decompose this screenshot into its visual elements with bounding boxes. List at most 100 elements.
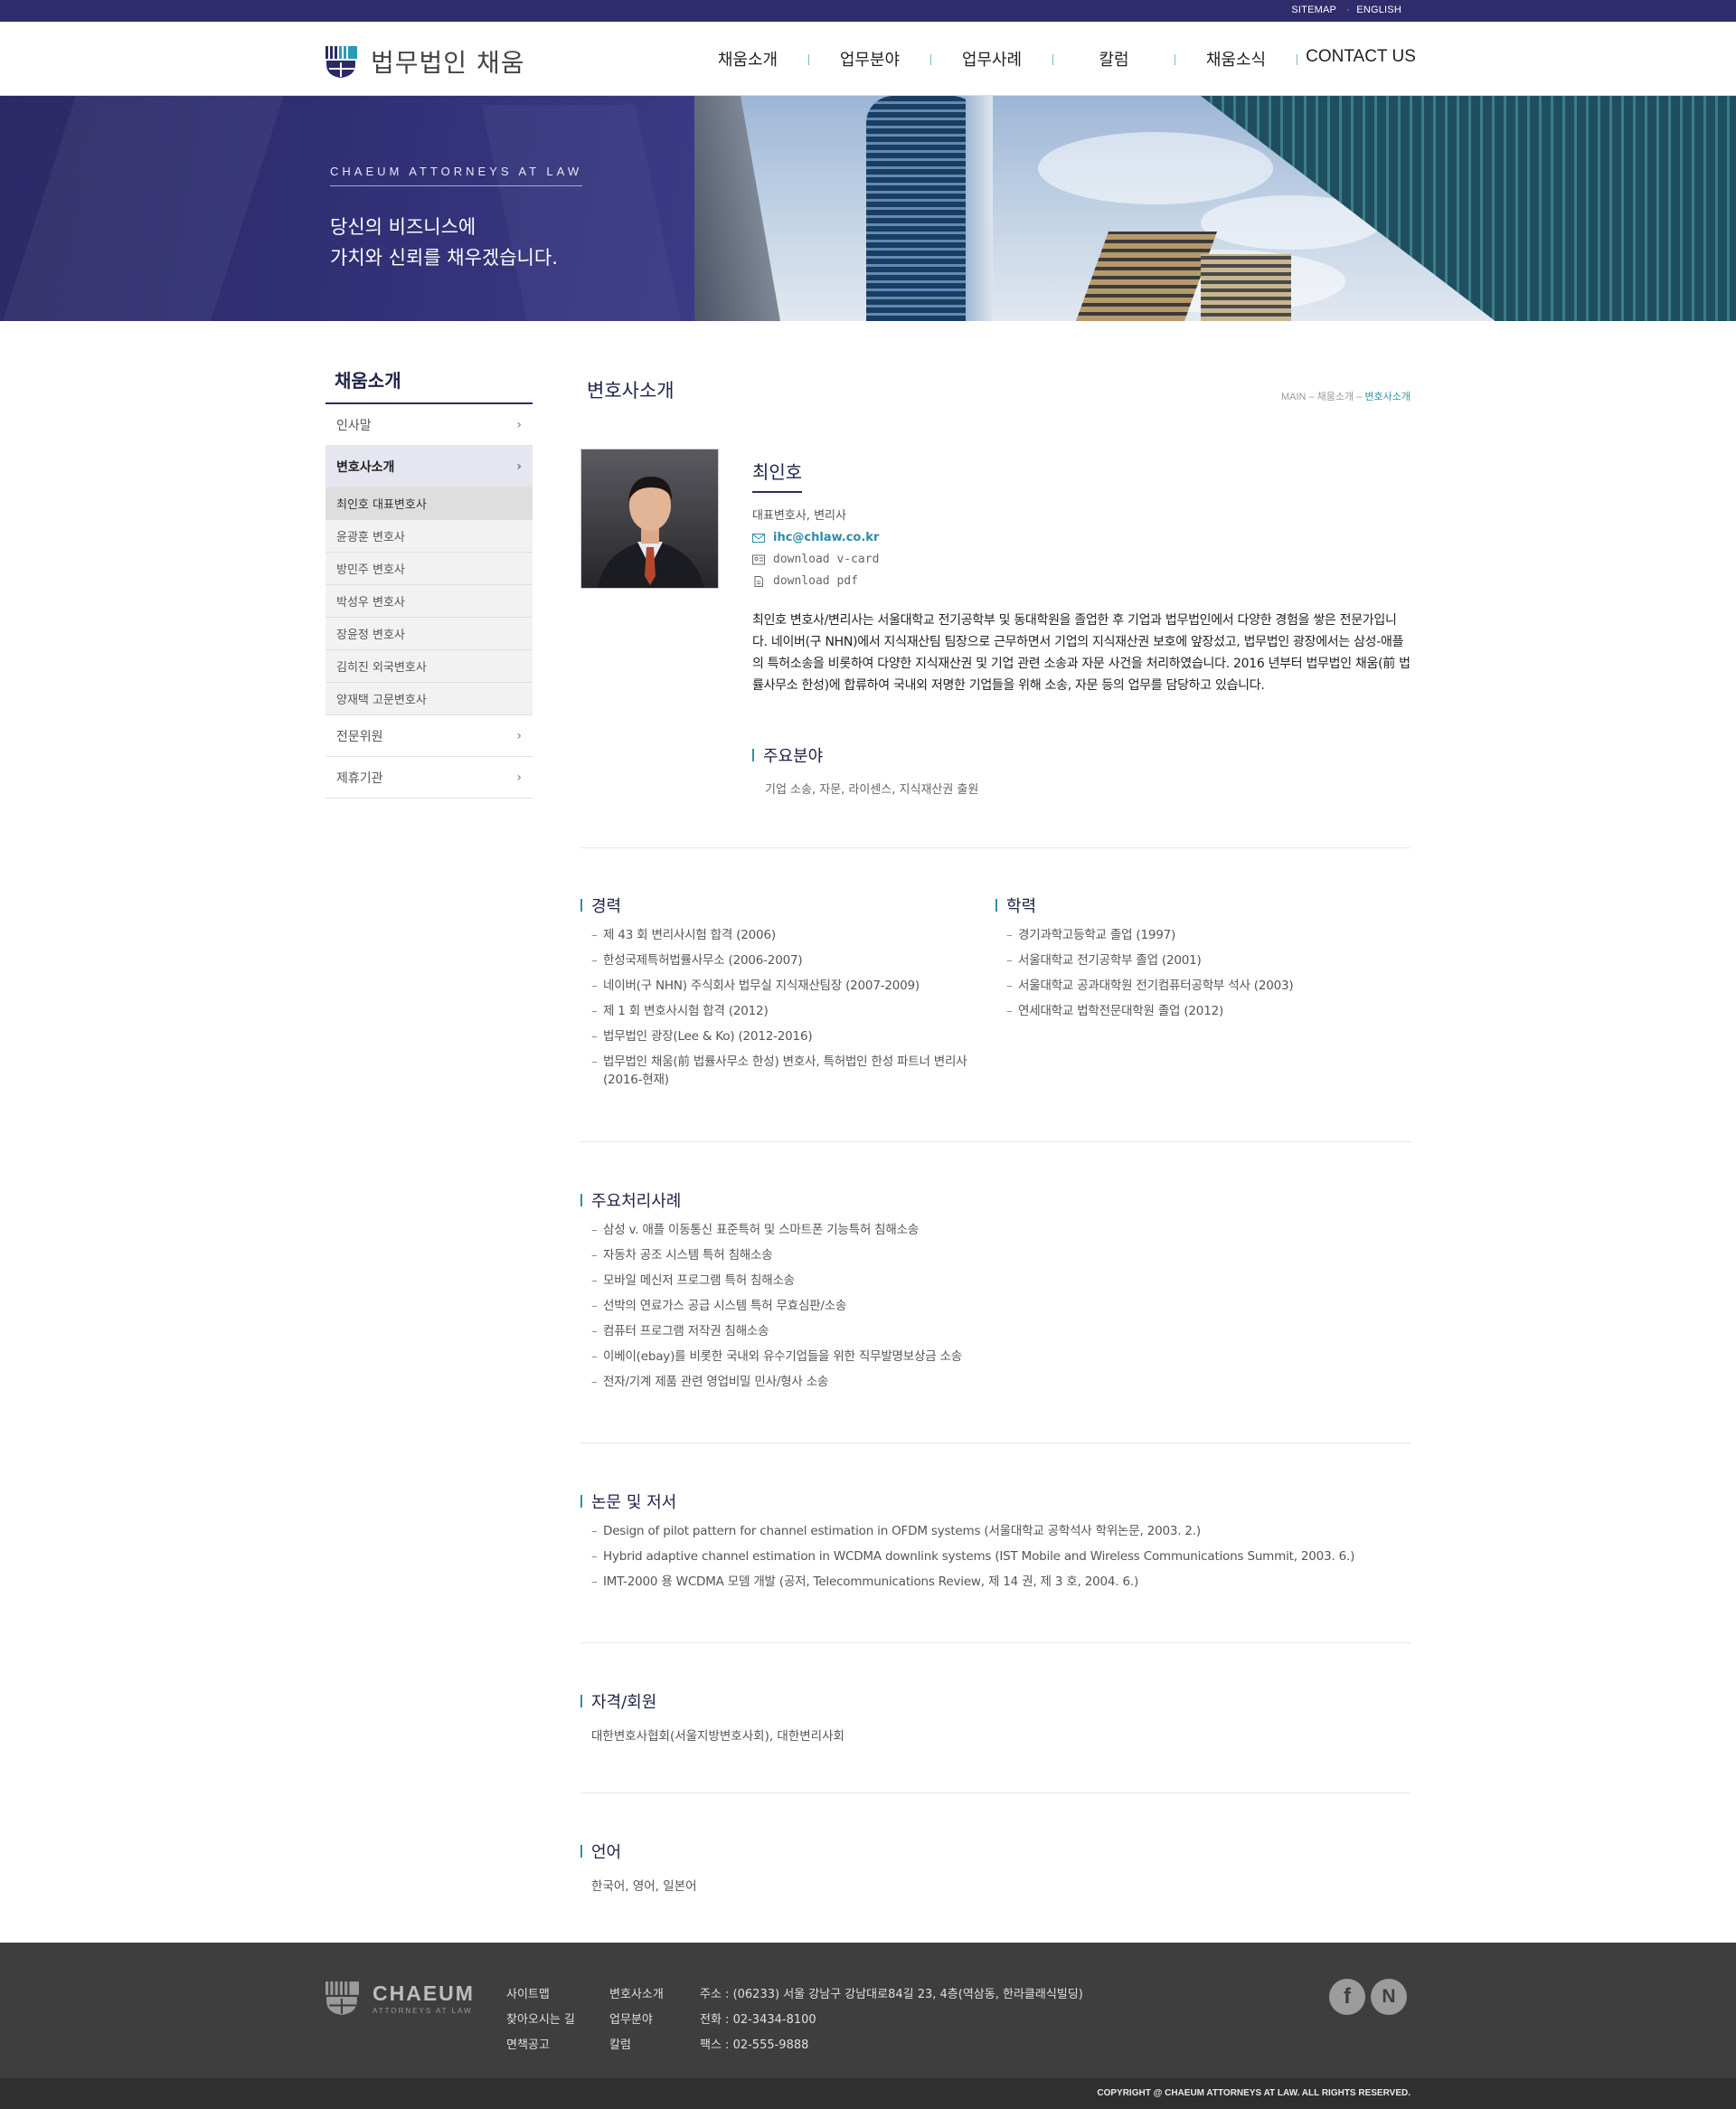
naver-icon[interactable]: N	[1371, 1979, 1407, 2015]
side-nav-item-advisors[interactable]: 전문위원 ›	[326, 715, 533, 757]
section-heading: 언어	[580, 1839, 1410, 1863]
list-item: 연세대학교 법학전문대학원 졸업 (2012)	[1006, 1002, 1410, 1020]
list-item: 컴퓨터 프로그램 저작권 침해소송	[591, 1322, 1410, 1340]
lawyer-role: 대표변호사, 변리사	[752, 509, 846, 523]
chevron-right-icon: ›	[516, 728, 522, 743]
side-nav-label: 인사말	[336, 418, 372, 433]
section-heading: 학력	[995, 894, 1410, 917]
email-link[interactable]: ihc@chlaw.co.kr	[752, 531, 1410, 544]
nav-item-news[interactable]: 채움소식	[1175, 47, 1297, 71]
footer-link[interactable]: 칼럼	[609, 2033, 664, 2058]
section-heading: 주요분야	[752, 743, 978, 767]
vcard-download-link[interactable]: download v-card	[752, 553, 1410, 566]
side-subnav: 최인호 대표변호사 윤광훈 변호사 방민주 변호사 박성우 변호사 장윤정 변호…	[326, 487, 533, 715]
side-subnav-item[interactable]: 김히진 외국변호사	[326, 650, 533, 683]
breadcrumb-section[interactable]: 채움소개	[1317, 392, 1354, 402]
list-item: 모바일 메신저 프로그램 특허 침해소송	[591, 1272, 1410, 1290]
list-item: 한성국제특허법률사무소 (2006-2007)	[591, 951, 995, 969]
list-item: 서울대학교 전기공학부 졸업 (2001)	[1006, 951, 1410, 969]
side-subnav-item[interactable]: 방민주 변호사	[326, 553, 533, 585]
list-item: IMT-2000 용 WCDMA 모뎀 개발 (공저, Telecommunic…	[591, 1573, 1410, 1591]
list-item: 이베이(ebay)를 비롯한 국내외 유수기업들을 위한 직무발명보상금 소송	[591, 1348, 1410, 1366]
side-nav-item-lawyers[interactable]: 변호사소개 ›	[326, 446, 533, 487]
chevron-right-icon: ›	[516, 770, 522, 785]
side-nav-label: 변호사소개	[336, 459, 395, 475]
nav-item-column[interactable]: 칼럼	[1053, 47, 1175, 71]
copyright-bar: COPYRIGHT @ CHAEUM ATTORNEYS AT LAW. ALL…	[0, 2078, 1736, 2109]
section-heading: 논문 및 저서	[580, 1490, 1410, 1513]
practice-areas-text: 기업 소송, 자문, 라이센스, 지식재산권 출원	[765, 783, 979, 797]
page-title-text: 변호사소개	[587, 380, 675, 402]
career-education-section: 경력 제 43 회 변리사시험 합격 (2006) 한성국제특허법률사무소 (2…	[580, 894, 1410, 1096]
membership-text: 대한변호사협회(서울지방변호사회), 대한변리사회	[591, 1729, 844, 1744]
footer-link[interactable]: 변호사소개	[609, 1982, 664, 2008]
footer-brand-mark-icon	[326, 1981, 359, 2015]
footer-fax: 팩스 : 02-555-9888	[700, 2038, 809, 2052]
list-item: 법무법인 광장(Lee & Ko) (2012-2016)	[591, 1027, 995, 1045]
hero-slogan-line2: 가치와 신뢰를 채우겠습니다.	[330, 247, 558, 269]
list-item: 서울대학교 공과대학원 전기컴퓨터공학부 석사 (2003)	[1006, 977, 1410, 995]
breadcrumb-main[interactable]: MAIN	[1281, 392, 1307, 402]
cases-list: 삼성 v. 애플 이동통신 표준특허 및 스마트폰 기능특허 침해소송 자동차 …	[591, 1221, 1410, 1391]
list-item: 제 43 회 변리사시험 합격 (2006)	[591, 926, 995, 944]
side-nav-label: 전문위원	[336, 729, 383, 744]
pdf-download-link[interactable]: download pdf	[752, 574, 1410, 588]
list-item: 선박의 연료가스 공급 시스템 특허 무효심판/소송	[591, 1297, 1410, 1315]
section-heading: 경력	[580, 894, 995, 917]
side-nav-item-partners[interactable]: 제휴기관 ›	[326, 757, 533, 799]
list-item: Design of pilot pattern for channel esti…	[591, 1522, 1410, 1540]
english-link[interactable]: ENGLISH	[1356, 5, 1401, 15]
hero-slogan: 당신의 비즈니스에 가치와 신뢰를 채우겠습니다.	[330, 212, 558, 273]
footer-link[interactable]: 사이트맵	[506, 1982, 575, 2008]
footer-link[interactable]: 찾아오시는 길	[506, 2008, 575, 2033]
hero-overlay	[0, 96, 696, 321]
education-column: 학력 경기과학고등학교 졸업 (1997) 서울대학교 전기공학부 졸업 (20…	[995, 894, 1410, 1096]
main-navigation: 채움소개 업무분야 업무사례 칼럼 채움소식 CONTACT US	[687, 47, 1424, 71]
membership-section: 자격/회원 대한변호사협회(서울지방변호사회), 대한변리사회	[580, 1689, 1410, 1744]
list-item: Hybrid adaptive channel estimation in WC…	[591, 1547, 1410, 1565]
mail-icon	[752, 533, 765, 543]
hero-skyline-image	[694, 96, 1736, 321]
list-item: 제 1 회 변호사시험 합격 (2012)	[591, 1002, 995, 1020]
side-subnav-item[interactable]: 양재택 고문변호사	[326, 683, 533, 715]
side-nav-label: 제휴기관	[336, 771, 383, 786]
hero-banner: CHAEUM ATTORNEYS AT LAW 당신의 비즈니스에 가치와 신뢰…	[0, 96, 1736, 321]
chevron-right-icon: ›	[516, 417, 522, 432]
hero-kicker: CHAEUM ATTORNEYS AT LAW	[330, 165, 583, 186]
email-text: ihc@chlaw.co.kr	[773, 531, 880, 544]
practice-areas-section: 주요분야 기업 소송, 자문, 라이센스, 지식재산권 출원	[752, 743, 978, 797]
nav-item-about[interactable]: 채움소개	[687, 47, 808, 71]
footer-address: 주소 : (06233) 서울 강남구 강남대로84길 23, 4층(역삼동, …	[700, 1988, 1083, 2001]
lawyer-biography: 최인호 변호사/변리사는 서울대학교 전기공학부 및 동대학원을 졸업한 후 기…	[752, 613, 1410, 693]
side-subnav-item[interactable]: 장윤정 변호사	[326, 618, 533, 650]
side-subnav-item[interactable]: 최인호 대표변호사	[326, 487, 533, 520]
publications-section: 논문 및 저서 Design of pilot pattern for chan…	[580, 1490, 1410, 1598]
facebook-icon[interactable]: f	[1329, 1979, 1365, 2015]
side-nav-item-greeting[interactable]: 인사말 ›	[326, 404, 533, 446]
footer-phone: 전화 : 02-3434-8100	[700, 2013, 816, 2027]
side-subnav-item[interactable]: 윤광훈 변호사	[326, 520, 533, 553]
section-divider	[580, 847, 1410, 848]
chevron-right-icon: ›	[516, 459, 522, 474]
brand-logo[interactable]: 법무법인 채움	[326, 43, 524, 80]
sitemap-link[interactable]: SITEMAP	[1291, 5, 1336, 15]
footer-link[interactable]: 면책공고	[506, 2033, 575, 2058]
nav-item-practice[interactable]: 업무분야	[809, 47, 930, 71]
hero-slogan-line1: 당신의 비즈니스에	[330, 216, 476, 238]
site-header: 법무법인 채움 채움소개 업무분야 업무사례 칼럼 채움소식 CONTACT U…	[0, 22, 1736, 96]
vcard-icon	[752, 554, 765, 564]
footer-link[interactable]: 업무분야	[609, 2008, 664, 2033]
list-item: 경기과학고등학교 졸업 (1997)	[1006, 926, 1410, 944]
list-item: 법무법인 채움(前 법률사무소 한성) 변호사, 특허법인 한성 파트너 변리사…	[591, 1053, 995, 1089]
side-subnav-item[interactable]: 박성우 변호사	[326, 585, 533, 618]
footer-logo[interactable]: CHAEUM ATTORNEYS AT LAW	[326, 1979, 475, 2017]
section-heading: 자격/회원	[580, 1689, 1410, 1713]
nav-item-contact[interactable]: CONTACT US	[1297, 47, 1424, 71]
major-cases-section: 주요처리사례 삼성 v. 애플 이동통신 표준특허 및 스마트폰 기능특허 침해…	[580, 1188, 1410, 1398]
brand-name: 법무법인 채움	[371, 48, 525, 78]
career-list: 제 43 회 변리사시험 합격 (2006) 한성국제특허법률사무소 (2006…	[591, 926, 995, 1089]
lawyer-name: 최인호	[752, 458, 803, 493]
footer-contact: 주소 : (06233) 서울 강남구 강남대로84길 23, 4층(역삼동, …	[700, 1982, 1083, 2058]
lawyer-portrait	[580, 449, 719, 589]
nav-item-cases[interactable]: 업무사례	[931, 47, 1052, 71]
